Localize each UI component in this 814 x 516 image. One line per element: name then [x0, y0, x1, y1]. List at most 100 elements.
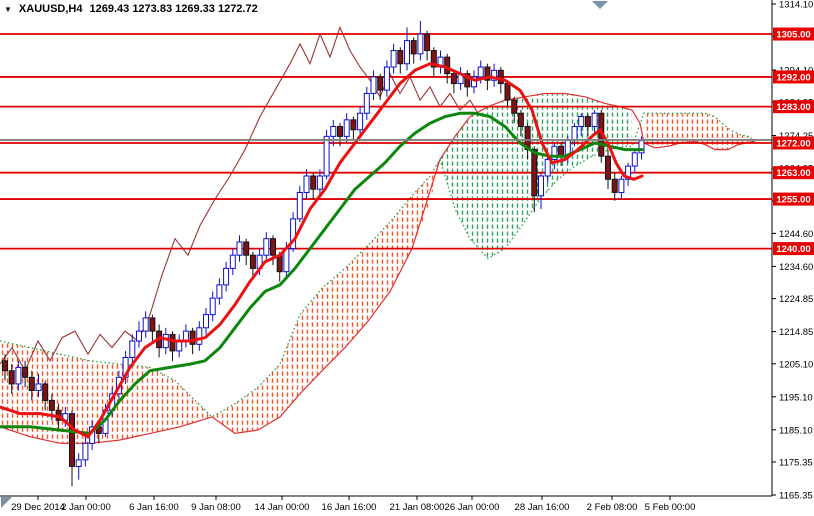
bear-candle [505, 84, 510, 101]
bull-candle [478, 67, 483, 77]
bull-candle [16, 367, 21, 384]
price-level-label: 1255.00 [776, 195, 810, 206]
price-tick-label: 1195.10 [779, 392, 813, 403]
bull-candle [237, 242, 242, 255]
bear-candle [585, 117, 590, 127]
bear-candle [3, 361, 8, 371]
price-tick-label: 1165.35 [779, 490, 813, 501]
bear-candle [271, 239, 276, 256]
bull-candle [418, 34, 423, 54]
bull-candle [83, 443, 88, 460]
cloud-area [212, 160, 440, 434]
price-chart[interactable]: 1314.101304.351294.101284.351274.251264.… [0, 0, 814, 516]
bear-candle [512, 100, 517, 113]
bull-candle [324, 136, 329, 176]
bull-candle [331, 126, 336, 136]
bull-candle [137, 331, 142, 341]
bear-candle [338, 126, 343, 136]
chart-title: ▼ XAUUSD,H4 1269.43 1273.83 1269.33 1272.7… [4, 3, 258, 15]
bull-candle [391, 51, 396, 68]
bear-candle [518, 113, 523, 126]
price-level-labels: 1305.001292.001283.001272.001263.001255.… [773, 28, 814, 256]
price-level-label: 1240.00 [776, 244, 810, 255]
chart-shift-icon[interactable] [592, 1, 608, 9]
price-tick-label: 1244.60 [779, 229, 813, 240]
bull-candle [371, 77, 376, 94]
bull-candle [297, 192, 302, 218]
bear-candle [170, 334, 175, 351]
bear-candle [606, 156, 611, 179]
bear-candle [378, 77, 383, 90]
bear-candle [559, 146, 564, 156]
time-axis-label: 21 Jan 08:00 [390, 502, 445, 513]
price-tick-label: 1214.85 [779, 327, 813, 338]
bull-candle [224, 268, 229, 285]
bear-candle [351, 120, 356, 130]
bull-candle [230, 255, 235, 268]
bear-candle [398, 51, 403, 64]
bear-candle [29, 377, 34, 390]
price-tick-label: 1224.85 [779, 294, 813, 305]
price-tick-label: 1314.10 [779, 0, 813, 11]
bull-candle [76, 460, 81, 467]
time-axis-label: 28 Jan 16:00 [515, 502, 570, 513]
time-axis-label: 16 Jan 16:00 [322, 502, 377, 513]
time-axis-label: 2 Jan 00:00 [61, 502, 111, 513]
time-axis-label: 9 Jan 08:00 [191, 502, 241, 513]
bear-candle [250, 255, 255, 268]
bull-candle [204, 315, 209, 328]
bull-candle [364, 93, 369, 113]
bull-candle [384, 67, 389, 90]
bull-candle [592, 113, 597, 126]
bull-candle [130, 341, 135, 358]
bear-candle [311, 176, 316, 189]
bull-candle [358, 113, 363, 130]
bull-candle [317, 176, 322, 189]
time-axis-label: 29 Dec 2014 [11, 502, 65, 513]
price-level-label: 1292.00 [776, 72, 810, 83]
bear-candle [70, 414, 75, 467]
time-axis-label: 26 Jan 00:00 [445, 502, 500, 513]
bear-candle [532, 150, 537, 196]
bear-candle [425, 34, 430, 51]
bull-candle [210, 298, 215, 315]
bear-candle [9, 371, 14, 384]
bull-candle [264, 239, 269, 256]
chart-window: 1314.101304.351294.101284.351274.251264.… [0, 0, 814, 516]
bear-candle [49, 400, 54, 410]
price-tick-label: 1175.35 [779, 457, 813, 468]
bull-candle [304, 176, 309, 193]
bull-candle [572, 126, 577, 139]
bull-candle [217, 285, 222, 298]
time-axis[interactable]: 29 Dec 20142 Jan 00:00 6 Jan 16:00 9 Jan 0… [11, 496, 695, 513]
bull-candle [197, 328, 202, 345]
price-level-label: 1263.00 [776, 168, 810, 179]
bull-candle [632, 153, 637, 166]
time-axis-label: 14 Jan 00:00 [255, 502, 310, 513]
bull-candle [143, 318, 148, 331]
bear-candle [411, 41, 416, 54]
bull-candle [405, 41, 410, 64]
time-axis-label: 2 Feb 08:00 [587, 502, 638, 513]
bear-candle [23, 367, 28, 377]
bear-candle [451, 74, 456, 84]
bull-candle [619, 179, 624, 192]
price-tick-label: 1185.10 [779, 425, 813, 436]
bear-candle [244, 242, 249, 255]
bull-candle [539, 176, 544, 196]
bear-candle [445, 57, 450, 74]
chart-ohlc-values: 1269.43 1273.83 1269.33 1272.72 [90, 3, 258, 15]
price-level-label: 1272.00 [776, 138, 810, 149]
time-axis-label: 5 Feb 00:00 [645, 502, 696, 513]
symbol-dropdown-icon[interactable]: ▼ [4, 4, 12, 15]
bear-candle [612, 179, 617, 192]
bull-candle [579, 117, 584, 127]
price-tick-label: 1234.60 [779, 262, 813, 273]
bear-candle [43, 384, 48, 401]
bull-candle [545, 159, 550, 176]
bear-candle [150, 318, 155, 331]
chart-symbol-period: XAUUSD,H4 [19, 3, 83, 15]
bull-candle [163, 334, 168, 347]
time-axis-label: 6 Jan 16:00 [129, 502, 179, 513]
bull-candle [344, 120, 349, 137]
